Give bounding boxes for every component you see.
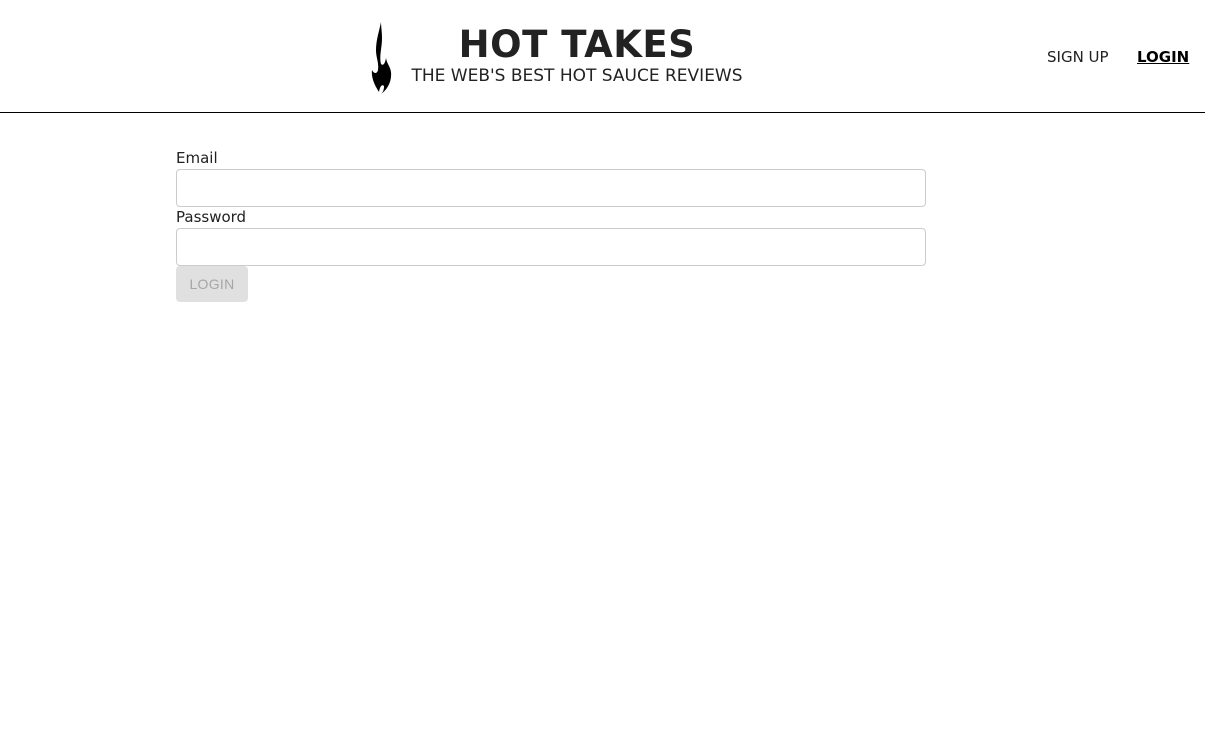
email-label: Email — [176, 149, 218, 167]
login-button[interactable]: LOGIN — [176, 266, 248, 302]
password-field[interactable] — [176, 228, 926, 266]
brand: HOT TAKES THE WEB'S BEST HOT SAUCE REVIE… — [410, 22, 744, 87]
email-field[interactable] — [176, 169, 926, 207]
nav-signup-link[interactable]: SIGN UP — [1047, 47, 1109, 67]
site-header: HOT TAKES THE WEB'S BEST HOT SAUCE REVIE… — [0, 0, 1205, 113]
site-subtitle: THE WEB'S BEST HOT SAUCE REVIEWS — [411, 66, 743, 86]
nav-login-link[interactable]: LOGIN — [1137, 47, 1189, 67]
site-title: HOT TAKES — [458, 23, 696, 66]
flame-icon — [371, 22, 392, 94]
password-label: Password — [176, 208, 247, 226]
login-form: Email Password LOGIN — [176, 148, 926, 302]
